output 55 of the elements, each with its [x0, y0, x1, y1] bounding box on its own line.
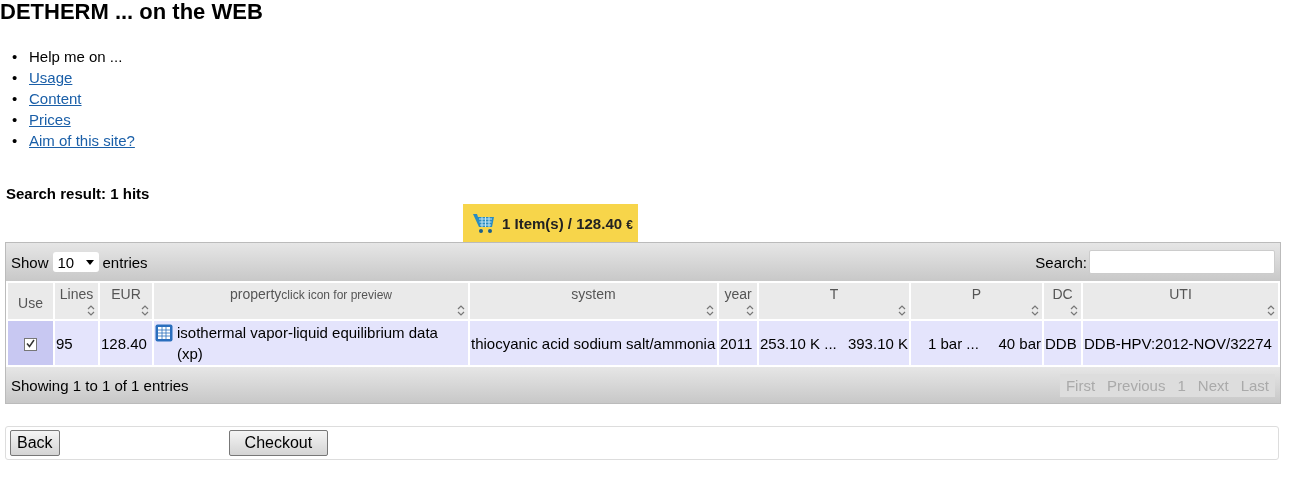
- result-heading: Search result: 1 hits: [6, 185, 151, 202]
- table-cell: 95: [55, 321, 98, 365]
- column-header[interactable]: DC: [1044, 283, 1081, 319]
- length-label: entries: [102, 253, 148, 271]
- sort-icon: [746, 305, 754, 316]
- table-cell: DDB: [1044, 321, 1081, 365]
- table-info: Showing 1 to 1 of 1 entries: [11, 376, 189, 394]
- action-button[interactable]: Checkout: [228, 430, 329, 456]
- caret-icon: [85, 259, 94, 265]
- range-end: 393.10 K: [847, 333, 908, 354]
- table-cell: 2011: [719, 321, 757, 365]
- cart-summary[interactable]: 1 Item(s) / 128.40 €: [463, 204, 638, 242]
- page-title: DETHERM ... on the WEB: [0, 0, 264, 24]
- use-checkbox[interactable]: [24, 338, 37, 352]
- sort-icon: [1031, 305, 1039, 316]
- range-start: 253.10 K ...: [760, 333, 837, 354]
- help-label: Help me on ...: [29, 48, 123, 65]
- column-header[interactable]: propertyclick icon for preview: [154, 283, 468, 319]
- length-label: Show: [11, 253, 49, 271]
- column-header[interactable]: Lines: [55, 283, 98, 319]
- table-cell: DDB-HPV:2012-NOV/32274: [1083, 321, 1278, 365]
- bullet: •: [12, 47, 19, 67]
- column-header[interactable]: Use: [8, 283, 53, 319]
- table-cell: thiocyanic acid sodium salt/ammonia: [470, 321, 717, 365]
- sort-icon: [141, 305, 149, 316]
- bullet: •: [12, 68, 19, 88]
- sort-icon: [87, 305, 95, 316]
- property-text: isothermal vapor-liquid equilibrium data (xp): [177, 323, 439, 364]
- column-header[interactable]: EUR: [100, 283, 152, 319]
- help-link[interactable]: Content: [29, 90, 82, 107]
- action-button[interactable]: Back: [10, 430, 60, 456]
- page-length-select[interactable]: 10: [52, 252, 99, 272]
- sort-icon: [1267, 305, 1275, 316]
- column-header[interactable]: UTI: [1083, 283, 1278, 319]
- search-label: Search:: [1035, 253, 1087, 271]
- sort-icon: [1070, 305, 1078, 316]
- help-link[interactable]: Usage: [29, 69, 73, 86]
- bullet: •: [12, 131, 19, 151]
- help-link[interactable]: Prices: [29, 111, 71, 128]
- sort-icon: [706, 305, 714, 316]
- range-start: 1 bar ...: [928, 333, 979, 354]
- sort-icon: [898, 305, 906, 316]
- table-cell: 128.40: [100, 321, 152, 365]
- preview-icon[interactable]: [155, 324, 173, 342]
- bullet: •: [12, 110, 19, 130]
- bullet: •: [12, 89, 19, 109]
- range-end: 40 bar: [998, 333, 1041, 354]
- column-header[interactable]: system: [470, 283, 717, 319]
- cart-icon: [472, 211, 496, 235]
- column-header[interactable]: T: [759, 283, 909, 319]
- column-header[interactable]: P: [911, 283, 1042, 319]
- help-link[interactable]: Aim of this site?: [29, 132, 135, 149]
- column-header[interactable]: year: [719, 283, 757, 319]
- search-field[interactable]: [1089, 250, 1275, 274]
- sort-icon: [457, 305, 465, 316]
